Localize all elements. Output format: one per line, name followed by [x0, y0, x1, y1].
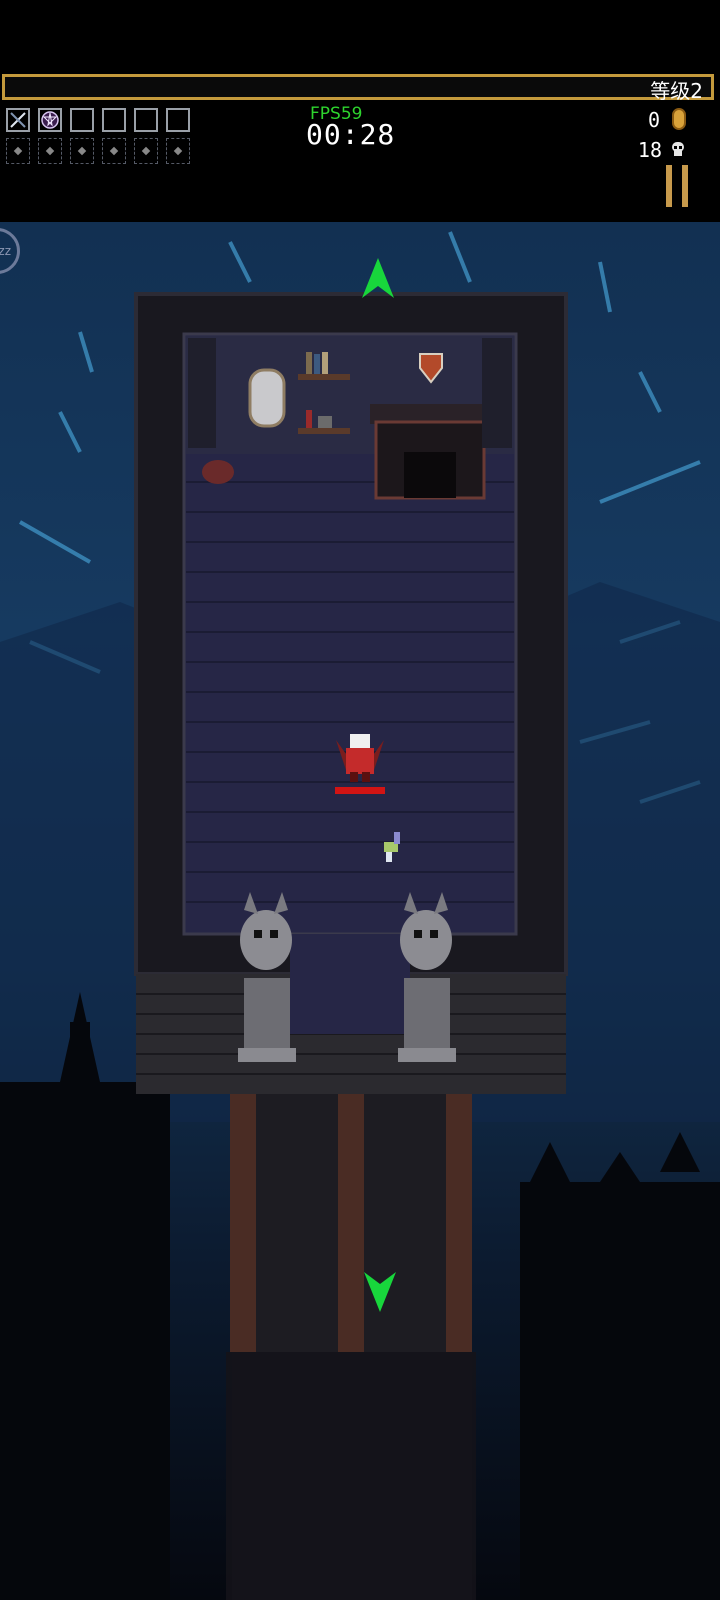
pause-button[interactable]	[664, 165, 690, 207]
castle-map	[0, 231, 720, 1600]
mirror	[248, 368, 286, 428]
game-scene[interactable]: zz	[0, 222, 720, 1600]
weapon-slot-empty	[166, 108, 190, 132]
passive-slot-empty	[70, 138, 94, 164]
passive-slot-empty	[6, 138, 30, 164]
weapon-slot-pentagram	[38, 108, 62, 132]
skull-icon	[672, 142, 684, 156]
pause-icon	[666, 165, 672, 207]
sword-icon	[10, 112, 26, 128]
coin-icon	[672, 108, 686, 130]
kill-count: 18	[637, 138, 662, 162]
weapon-slot-empty	[70, 108, 94, 132]
hud: 等级2 FPS59 00:28 0 18	[0, 0, 720, 222]
pentagram-icon	[41, 111, 59, 129]
weapon-slot-empty	[134, 108, 158, 132]
level-label: 等级2	[650, 79, 703, 103]
passive-slot-empty	[38, 138, 62, 164]
passive-slot-empty	[166, 138, 190, 164]
gold-count: 0	[647, 108, 660, 132]
weapon-slot-sword	[6, 108, 30, 132]
player-health-bar	[335, 787, 385, 794]
experience-bar: 等级2	[2, 74, 714, 103]
pause-icon	[682, 165, 688, 207]
survival-timer: 00:28	[306, 118, 396, 151]
passive-slot-empty	[102, 138, 126, 164]
weapon-slot-empty	[102, 108, 126, 132]
passive-slot-empty	[134, 138, 158, 164]
